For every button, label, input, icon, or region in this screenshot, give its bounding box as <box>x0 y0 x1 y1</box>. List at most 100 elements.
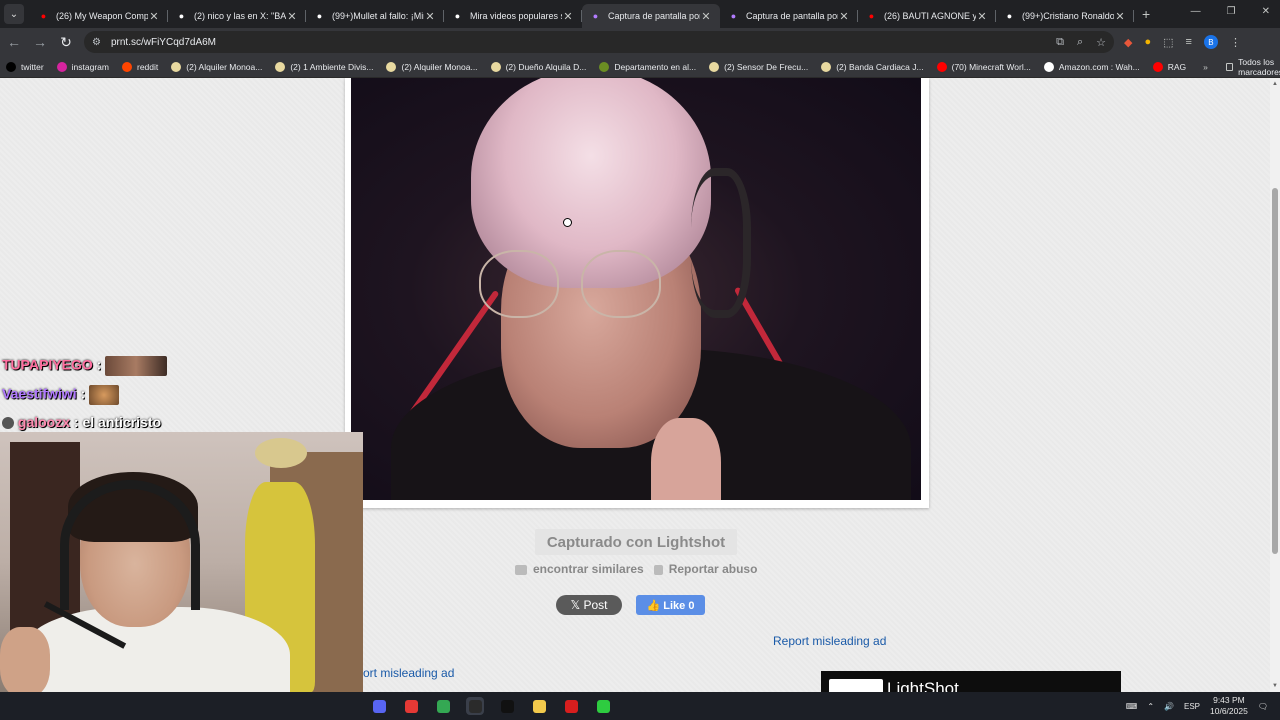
report-misleading-ad-link[interactable]: Report misleading ad <box>773 634 886 648</box>
all-bookmarks-button[interactable]: Todos los marcadores <box>1225 57 1280 77</box>
bookmark-label: (2) Banda Cardiaca J... <box>836 61 924 72</box>
browser-tab[interactable]: ● (26) My Weapon Comple ✕ <box>30 4 168 28</box>
lightshot-ad-banner[interactable]: LightShot <box>821 671 1121 692</box>
minimize-icon[interactable]: — <box>1191 6 1201 17</box>
bookmark-item[interactable]: reddit <box>122 61 158 72</box>
bookmark-label: (2) Sensor De Frecu... <box>724 61 809 72</box>
tray-overflow-icon[interactable]: ⌃ <box>1147 702 1154 711</box>
reddit-icon <box>122 61 132 72</box>
report-abuse-label: Reportar abuso <box>668 562 758 576</box>
browser-tab[interactable]: ● Captura de pantalla por L ✕ <box>582 4 720 28</box>
zoom-cursor-icon <box>563 218 572 227</box>
close-tab-icon[interactable]: ✕ <box>562 10 574 23</box>
scroll-up-icon[interactable]: ▲ <box>1272 81 1278 87</box>
chat-separator: : <box>96 356 102 373</box>
close-tab-icon[interactable]: ✕ <box>976 10 988 23</box>
site-info-icon[interactable]: ⚙ <box>92 37 101 48</box>
x-post-button[interactable]: 𝕏 Post <box>556 595 622 615</box>
close-window-icon[interactable]: ✕ <box>1262 6 1270 17</box>
chrome-icon[interactable] <box>434 697 452 715</box>
report-misleading-ad-link[interactable]: ort misleading ad <box>363 666 454 680</box>
bookmarks-overflow-button[interactable]: » <box>1203 62 1208 72</box>
glasses-lens-left <box>479 250 559 318</box>
bookmark-item[interactable]: (2) 1 Ambiente Divis... <box>275 61 373 72</box>
volume-icon[interactable]: 🔊 <box>1164 702 1174 711</box>
extension-icon[interactable]: ◆ <box>1124 36 1132 49</box>
chat-text: el anticristo <box>82 414 162 430</box>
browser-tab[interactable]: ● (2) nico y las en X: "BAUL✕ <box>168 4 306 28</box>
screenshot-image[interactable] <box>351 78 921 500</box>
chat-username: Vaestifwiwi <box>2 385 77 402</box>
stream-app-icon[interactable] <box>402 697 420 715</box>
tiktok-icon: ● <box>454 10 461 21</box>
browser-tab[interactable]: ● (99+)Mullet al fallo: ¡Mira ✕ <box>306 4 444 28</box>
address-bar[interactable]: ⚙ prnt.sc/wFiYCqd7dA6M ⧉ ⌕ ☆ <box>84 31 1114 53</box>
app-icon[interactable] <box>498 697 516 715</box>
browser-tab[interactable]: ● Mira videos populares sel ✕ <box>444 4 582 28</box>
youtube-icon: ● <box>40 10 47 21</box>
bookmark-item[interactable]: Amazon.com : Wah... <box>1043 61 1140 72</box>
tab-search-button[interactable]: ⌄ <box>4 4 24 24</box>
close-tab-icon[interactable]: ✕ <box>424 10 436 23</box>
close-tab-icon[interactable]: ✕ <box>148 10 160 23</box>
opera-icon[interactable] <box>562 697 580 715</box>
bookmark-star-icon[interactable]: ☆ <box>1096 36 1106 49</box>
back-button[interactable]: ← <box>2 30 26 54</box>
keyboard-icon[interactable]: ⌨ <box>1126 702 1138 711</box>
bookmark-item[interactable]: (2) Dueño Alquila D... <box>490 61 586 72</box>
game-icon[interactable] <box>594 697 612 715</box>
browser-tab[interactable]: ● (99+)Cristiano Ronaldo: C✕ <box>996 4 1134 28</box>
profile-avatar[interactable]: B <box>1203 35 1218 49</box>
bookmark-item[interactable]: (2) Alquiler Monoa... <box>171 61 262 72</box>
browser-tab[interactable]: ● Captura de pantalla por L ✕ <box>720 4 858 28</box>
new-tab-button[interactable]: + <box>1142 6 1150 22</box>
menu-kebab-icon[interactable]: ⋮ <box>1230 36 1241 49</box>
chat-message: Vaestifwiwi : <box>2 385 120 405</box>
media-controls-icon[interactable]: ≡ <box>1186 36 1192 48</box>
streamer-hand <box>0 627 50 692</box>
facebook-like-button[interactable]: 👍 Like 0 <box>636 595 705 615</box>
report-abuse-link[interactable]: Reportar abuso <box>653 562 758 576</box>
tab-title: Captura de pantalla por L <box>608 11 700 21</box>
close-tab-icon[interactable]: ✕ <box>1114 10 1126 23</box>
site-icon <box>490 61 501 72</box>
clock[interactable]: 9:43 PM 10/6/2025 <box>1210 695 1248 717</box>
close-tab-icon[interactable]: ✕ <box>700 10 712 23</box>
x-icon <box>6 61 16 72</box>
bookmark-item[interactable]: (70) Minecraft Worl... <box>936 61 1031 72</box>
chat-emote <box>89 385 120 405</box>
maximize-icon[interactable]: ❐ <box>1227 6 1236 17</box>
bookmark-item[interactable]: (2) Alquiler Monoa... <box>386 61 478 72</box>
bookmark-item[interactable]: (2) Sensor De Frecu... <box>709 61 809 72</box>
extension-icon[interactable]: ● <box>1144 36 1151 48</box>
folder-icon[interactable] <box>530 697 548 715</box>
close-tab-icon[interactable]: ✕ <box>838 10 850 23</box>
bookmark-item[interactable]: Departamento en al... <box>599 61 696 72</box>
extensions-puzzle-icon[interactable]: ⬚ <box>1163 36 1173 49</box>
chat-separator: : <box>73 414 79 430</box>
lightshot-logo <box>829 679 883 692</box>
scroll-down-icon[interactable]: ▼ <box>1272 683 1278 689</box>
clock-time: 9:43 PM <box>1213 695 1245 705</box>
site-icon <box>386 61 397 72</box>
obs-icon[interactable] <box>466 697 484 715</box>
language-indicator[interactable]: ESP <box>1184 702 1200 711</box>
notifications-icon[interactable]: 🗨 <box>1258 702 1268 711</box>
bookmark-item[interactable]: (2) Banda Cardiaca J... <box>821 61 924 72</box>
tiktok-icon: ● <box>316 10 323 21</box>
zoom-icon[interactable]: ⌕ <box>1077 36 1083 49</box>
close-tab-icon[interactable]: ✕ <box>286 10 298 23</box>
install-app-icon[interactable]: ⧉ <box>1056 36 1064 49</box>
find-similar-link[interactable]: encontrar similares <box>515 562 644 576</box>
browser-tab[interactable]: ● (26) BAUTI AGNONE y CA✕ <box>858 4 996 28</box>
discord-icon[interactable] <box>370 697 388 715</box>
scrollbar-thumb[interactable] <box>1272 188 1278 554</box>
youtube-icon <box>936 61 947 72</box>
bookmark-item[interactable]: twitter <box>6 61 44 72</box>
page-scrollbar[interactable]: ▲ ▼ <box>1270 78 1280 692</box>
bookmark-item[interactable]: instagram <box>56 61 109 72</box>
forward-button[interactable]: → <box>28 30 52 54</box>
reload-button[interactable]: ↻ <box>54 30 78 54</box>
bookmark-item[interactable]: RAG <box>1152 61 1186 72</box>
chat-username: TUPAPIYEGO <box>2 356 93 373</box>
